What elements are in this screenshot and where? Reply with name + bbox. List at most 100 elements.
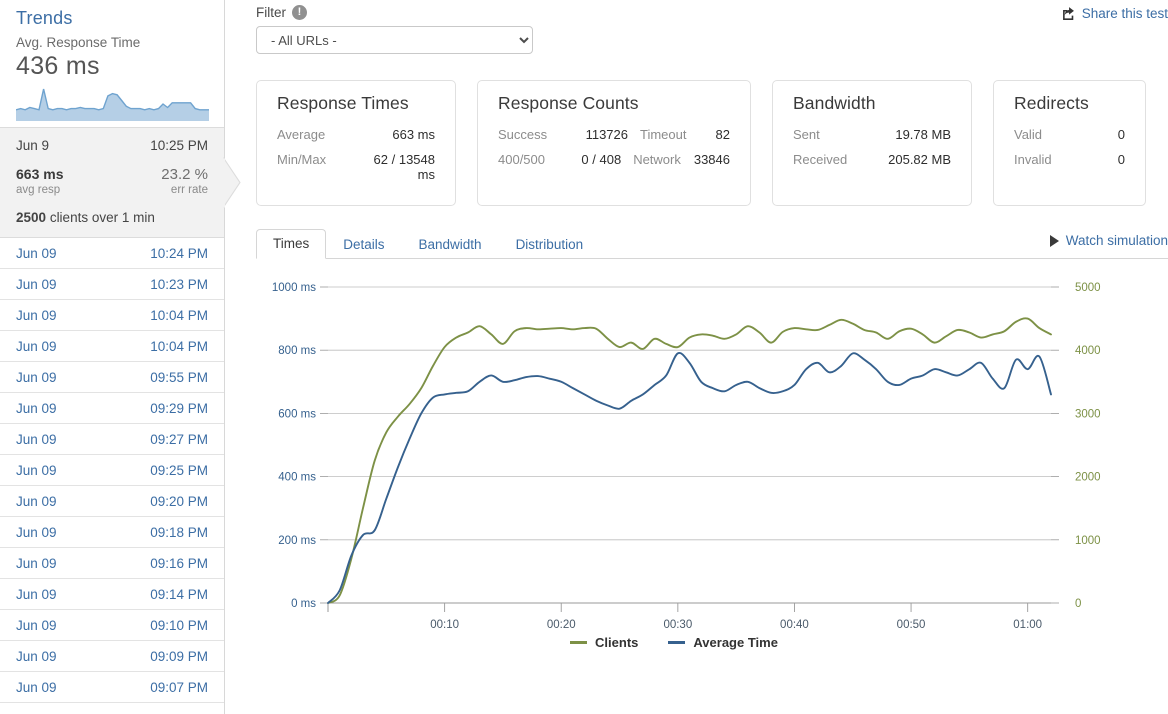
run-item-time: 09:55 PM: [150, 370, 208, 385]
redirects-invalid-label: Invalid: [1014, 152, 1052, 167]
legend-item-clients[interactable]: Clients: [570, 635, 638, 650]
run-list-item[interactable]: Jun 09 09:18 PM: [0, 517, 224, 548]
svg-text:01:00: 01:00: [1013, 619, 1042, 631]
card-response-times: Response Times Average 663 ms Min/Max 62…: [256, 80, 456, 206]
svg-text:00:30: 00:30: [663, 619, 692, 631]
chart-legend: Clients Average Time: [256, 635, 1092, 650]
chart-tabs: Times Details Bandwidth Distribution: [256, 228, 1168, 259]
legend-item-average-time[interactable]: Average Time: [668, 635, 778, 650]
share-icon: [1062, 7, 1074, 20]
card-title-bandwidth: Bandwidth: [793, 93, 876, 113]
card-row: Received 205.82 MB: [793, 152, 951, 167]
run-item-time: 10:04 PM: [150, 308, 208, 323]
card-row: Valid 0: [1014, 127, 1125, 142]
svg-text:400 ms: 400 ms: [278, 472, 316, 484]
selected-clients-value: 2500: [16, 210, 47, 225]
page-title: Trends: [16, 8, 73, 28]
selected-err-rate-value: 23.2 %: [161, 166, 208, 183]
run-list-item[interactable]: Jun 09 09:16 PM: [0, 548, 224, 579]
app-root: Trends Avg. Response Time 436 ms Jun 9 1…: [0, 0, 1168, 714]
svg-text:0: 0: [1075, 598, 1081, 610]
card-row: Min/Max 62 / 13548 ms: [277, 152, 435, 182]
selected-run-time: 10:25 PM: [150, 138, 208, 153]
svg-text:3000: 3000: [1075, 408, 1101, 420]
run-list-item[interactable]: Jun 09 10:24 PM: [0, 238, 224, 269]
run-item-date: Jun 09: [16, 277, 57, 292]
run-item-date: Jun 09: [16, 339, 57, 354]
run-list-item[interactable]: Jun 09 09:25 PM: [0, 455, 224, 486]
toolbar: Filter ! - All URLs - Share this test: [256, 0, 1168, 54]
run-item-date: Jun 09: [16, 649, 57, 664]
main-content: Filter ! - All URLs - Share this test Re…: [225, 0, 1168, 714]
card-row: Invalid 0: [1014, 152, 1125, 167]
run-item-time: 10:23 PM: [150, 277, 208, 292]
tab-distribution[interactable]: Distribution: [499, 230, 601, 259]
watch-simulation-link[interactable]: Watch simulation: [1049, 233, 1168, 248]
selected-run-panel[interactable]: Jun 9 10:25 PM 663 ms 23.2 % avg resp er…: [0, 127, 241, 238]
run-list-item[interactable]: Jun 09 10:23 PM: [0, 269, 224, 300]
legend-swatch-average-time: [668, 641, 686, 644]
run-item-date: Jun 09: [16, 246, 57, 261]
legend-swatch-clients: [570, 641, 588, 644]
response-times-average-value: 663 ms: [392, 127, 435, 142]
card-title-response-times: Response Times: [277, 93, 409, 113]
run-list-item[interactable]: Jun 09 09:20 PM: [0, 486, 224, 517]
run-item-time: 09:20 PM: [150, 494, 208, 509]
response-times-minmax-value: 62 / 13548 ms: [373, 152, 435, 182]
legend-label-average-time: Average Time: [693, 635, 778, 650]
run-item-time: 09:07 PM: [150, 680, 208, 695]
run-list-item[interactable]: Jun 09 09:27 PM: [0, 424, 224, 455]
run-item-time: 09:29 PM: [150, 401, 208, 416]
url-filter-select[interactable]: - All URLs -: [256, 26, 533, 54]
response-counts-success-value: 113726: [585, 127, 628, 142]
info-icon[interactable]: !: [292, 5, 307, 20]
card-redirects: Redirects Valid 0 Invalid 0: [993, 80, 1146, 206]
run-item-date: Jun 09: [16, 401, 57, 416]
run-item-date: Jun 09: [16, 618, 57, 633]
response-counts-400500-label: 400/500: [498, 152, 545, 167]
tab-times[interactable]: Times: [256, 229, 327, 259]
run-item-time: 10:04 PM: [150, 339, 208, 354]
run-item-date: Jun 09: [16, 556, 57, 571]
svg-text:5000: 5000: [1075, 282, 1101, 294]
response-counts-timeout-label: Timeout: [640, 127, 687, 142]
run-list-item[interactable]: Jun 09 09:07 PM: [0, 672, 224, 703]
run-item-date: Jun 09: [16, 680, 57, 695]
svg-text:0 ms: 0 ms: [291, 598, 316, 610]
redirects-valid-value: 0: [1117, 127, 1125, 142]
run-item-date: Jun 09: [16, 587, 57, 602]
selected-avg-resp-label: avg resp: [16, 184, 61, 196]
run-item-time: 09:10 PM: [150, 618, 208, 633]
share-test-label: Share this test: [1081, 6, 1168, 21]
run-list-item[interactable]: Jun 09 09:55 PM: [0, 362, 224, 393]
run-item-date: Jun 09: [16, 525, 57, 540]
trends-sidebar: Trends Avg. Response Time 436 ms Jun 9 1…: [0, 0, 241, 714]
run-list-item[interactable]: Jun 09 09:29 PM: [0, 393, 224, 424]
run-list-item[interactable]: Jun 09 09:09 PM: [0, 641, 224, 672]
run-list-item[interactable]: Jun 09 10:04 PM: [0, 300, 224, 331]
run-list-item[interactable]: Jun 09 10:04 PM: [0, 331, 224, 362]
response-counts-timeout-value: 82: [715, 127, 730, 142]
run-list-item[interactable]: Jun 09 09:14 PM: [0, 579, 224, 610]
trends-sparkline: [16, 88, 209, 121]
tab-bandwidth[interactable]: Bandwidth: [402, 230, 499, 259]
bandwidth-sent-label: Sent: [793, 127, 820, 142]
bandwidth-received-label: Received: [793, 152, 848, 167]
card-response-counts: Response Counts Success 113726 Timeout 8…: [477, 80, 751, 206]
bandwidth-sent-value: 19.78 MB: [895, 127, 951, 142]
run-item-date: Jun 09: [16, 432, 57, 447]
share-test-link[interactable]: Share this test: [1061, 6, 1168, 21]
svg-text:00:10: 00:10: [430, 619, 459, 631]
response-counts-network-label: Network: [633, 152, 681, 167]
filter-label: Filter: [256, 5, 286, 20]
run-list-item[interactable]: Jun 09 09:10 PM: [0, 610, 224, 641]
card-title-redirects: Redirects: [1014, 93, 1089, 113]
times-chart-svg: 0 ms 200 ms 400 ms 600 ms 800 ms 1000 ms 0 1000…: [272, 282, 1101, 631]
run-item-date: Jun 09: [16, 494, 57, 509]
response-counts-400500-value: 0 / 408: [581, 152, 622, 167]
svg-text:600 ms: 600 ms: [278, 408, 316, 420]
svg-text:00:50: 00:50: [897, 619, 926, 631]
response-counts-success-label: Success: [498, 127, 548, 142]
trends-header: Trends Avg. Response Time 436 ms: [0, 0, 224, 127]
tab-details[interactable]: Details: [326, 230, 401, 259]
